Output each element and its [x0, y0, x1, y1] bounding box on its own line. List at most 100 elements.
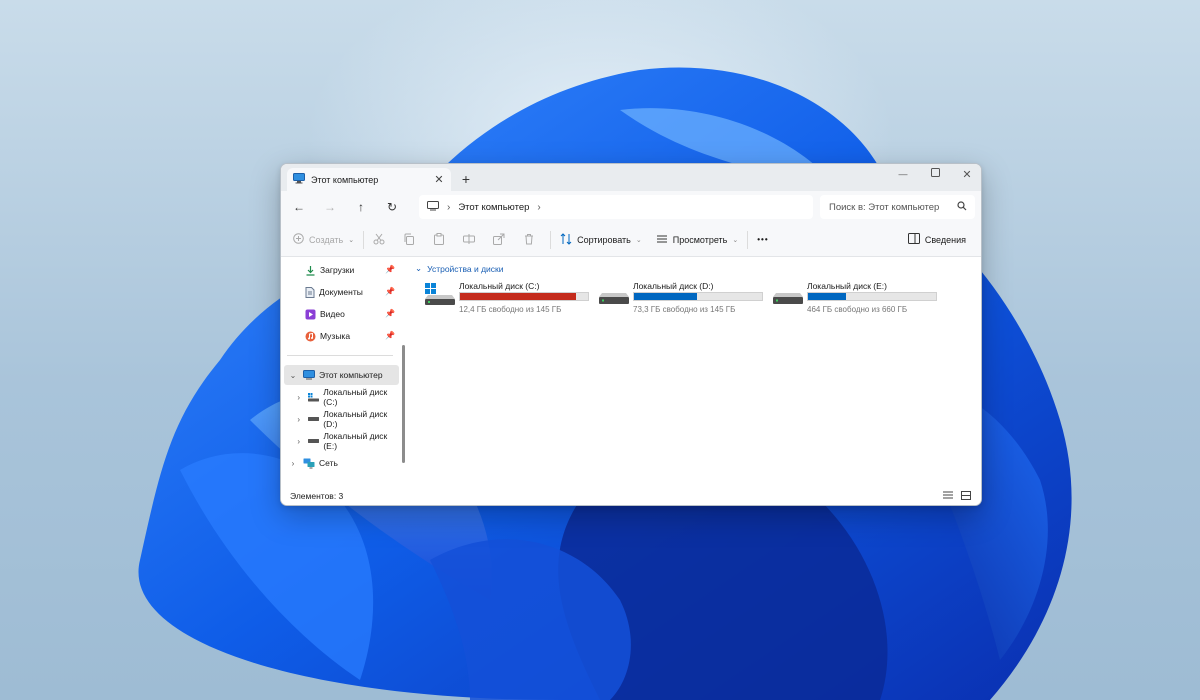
new-tab-button[interactable]: +	[457, 170, 475, 188]
hard-drive-icon	[308, 416, 320, 422]
sidebar-item-label: Музыка	[320, 331, 351, 341]
breadcrumb-this-pc[interactable]: Этот компьютер	[458, 202, 529, 213]
drive-tile-e[interactable]: Локальный диск (E:) 464 ГБ свободно из 6…	[773, 279, 943, 315]
sidebar-item-this-pc[interactable]: ⌄ Этот компьютер	[284, 365, 399, 385]
details-view-button[interactable]	[941, 490, 955, 502]
delete-button[interactable]	[518, 228, 540, 252]
sidebar-item-documents[interactable]: Документы 📌	[281, 282, 399, 302]
sidebar-item-downloads[interactable]: Загрузки 📌	[281, 260, 399, 280]
forward-arrow-icon: →	[324, 200, 336, 214]
details-pane-icon	[907, 233, 920, 246]
download-icon	[305, 265, 316, 276]
drive-usage-fill	[460, 293, 577, 300]
drive-free-space: 464 ГБ свободно из 660 ГБ	[807, 305, 908, 314]
share-icon	[493, 233, 505, 247]
video-icon	[305, 309, 316, 320]
view-button[interactable]: Просмотреть ⌄	[651, 228, 744, 252]
address-bar[interactable]: › Этот компьютер ›	[419, 195, 813, 219]
minimize-icon: —	[898, 169, 908, 179]
drive-free-space: 73,3 ГБ свободно из 145 ГБ	[633, 305, 736, 314]
collapsed-chevron-icon[interactable]: ›	[293, 415, 304, 424]
toolbar-divider	[363, 230, 365, 249]
breadcrumb-expand-chevron-icon[interactable]: ›	[537, 202, 540, 213]
tiles-view-button[interactable]	[959, 490, 973, 502]
sidebar-item-video[interactable]: Видео 📌	[281, 304, 399, 324]
sidebar-item-drive-c[interactable]: › Локальный диск (C:)	[281, 387, 399, 407]
plus-circle-icon	[293, 233, 304, 246]
search-input[interactable]: Поиск в: Этот компьютер	[829, 202, 939, 213]
breadcrumb-chevron-icon: ›	[447, 201, 451, 213]
pin-icon[interactable]: 📌	[385, 309, 395, 318]
refresh-button[interactable]: ↻	[379, 194, 405, 220]
sort-arrows-icon	[560, 232, 572, 247]
copy-button[interactable]	[398, 228, 420, 252]
music-icon	[305, 331, 316, 342]
sidebar-item-label: Этот компьютер	[319, 370, 383, 380]
sidebar-item-network[interactable]: › Сеть	[281, 453, 399, 473]
up-button[interactable]: ↑	[348, 194, 374, 220]
drive-name: Локальный диск (D:)	[633, 281, 714, 291]
view-label: Просмотреть	[672, 234, 728, 245]
drive-name: Локальный диск (E:)	[807, 281, 887, 291]
network-icon	[303, 458, 315, 469]
rename-button[interactable]	[458, 228, 480, 252]
details-pane-button[interactable]: Сведения	[903, 228, 971, 252]
hard-drive-icon	[599, 283, 629, 309]
tab-close-icon[interactable]: ✕	[431, 172, 447, 188]
cut-button[interactable]	[368, 228, 390, 252]
sort-button[interactable]: Сортировать ⌄	[555, 228, 647, 252]
sidebar-item-label: Сеть	[319, 458, 338, 468]
drive-usage-fill	[808, 293, 847, 300]
toolbar-divider	[747, 230, 749, 249]
search-icon	[957, 201, 967, 214]
drive-tile-d[interactable]: Локальный диск (D:) 73,3 ГБ свободно из …	[599, 279, 769, 315]
pin-icon[interactable]: 📌	[385, 287, 395, 296]
more-options-button[interactable]: •••	[752, 228, 773, 252]
drive-usage-bar	[807, 292, 937, 301]
drive-tile-c[interactable]: Локальный диск (C:) 12,4 ГБ свободно из …	[425, 279, 595, 315]
sidebar-item-music[interactable]: Музыка 📌	[281, 326, 399, 346]
collapsed-chevron-icon[interactable]: ›	[293, 393, 304, 402]
pin-icon[interactable]: 📌	[385, 331, 395, 340]
toolbar-divider	[550, 230, 552, 249]
tab-this-pc[interactable]: Этот компьютер ✕	[287, 168, 451, 191]
back-arrow-icon: ←	[293, 200, 305, 214]
collapsed-chevron-icon[interactable]: ›	[287, 459, 299, 468]
create-button[interactable]: Создать ⌄	[288, 228, 359, 252]
close-icon: ✕	[962, 168, 972, 181]
chevron-down-icon: ⌄	[635, 236, 642, 244]
refresh-icon: ↻	[386, 200, 398, 214]
section-title: Устройства и диски	[427, 263, 504, 274]
close-window-button[interactable]: ✕	[951, 164, 981, 184]
paste-button[interactable]	[428, 228, 450, 252]
sidebar-item-drive-e[interactable]: › Локальный диск (E:)	[281, 431, 399, 451]
drive-usage-bar	[633, 292, 763, 301]
scissors-icon	[373, 233, 385, 247]
sidebar-item-drive-d[interactable]: › Локальный диск (D:)	[281, 409, 399, 429]
sidebar-item-label: Видео	[320, 309, 345, 319]
more-dots-icon: •••	[757, 235, 769, 244]
trash-icon	[523, 233, 535, 247]
content-pane: ⌄ Устройства и диски Локальный диск (C:)…	[405, 257, 981, 489]
collapsed-chevron-icon[interactable]: ›	[293, 437, 304, 446]
copy-icon	[403, 233, 415, 247]
file-explorer-window: Этот компьютер ✕ + — ✕ ← → ↑ ↻ › Этот ко…	[280, 163, 982, 506]
back-button[interactable]: ←	[286, 194, 312, 220]
devices-section-header[interactable]: ⌄ Устройства и диски	[415, 263, 504, 274]
forward-button[interactable]: →	[317, 194, 343, 220]
status-bar: Элементов: 3	[281, 487, 981, 505]
windows-drive-icon	[308, 392, 320, 402]
clipboard-icon	[433, 232, 445, 247]
rename-icon	[463, 233, 476, 247]
sidebar-item-label: Документы	[319, 287, 363, 297]
share-button[interactable]	[488, 228, 510, 252]
minimize-button[interactable]: —	[887, 164, 919, 184]
title-bar: Этот компьютер ✕ + — ✕	[281, 164, 981, 191]
search-box[interactable]: Поиск в: Этот компьютер	[820, 195, 975, 219]
tiles-view-icon	[961, 490, 971, 502]
maximize-icon	[930, 168, 940, 180]
pin-icon[interactable]: 📌	[385, 265, 395, 274]
items-count: Элементов: 3	[290, 491, 344, 501]
maximize-button[interactable]	[919, 164, 951, 184]
expanded-chevron-icon[interactable]: ⌄	[287, 371, 299, 380]
